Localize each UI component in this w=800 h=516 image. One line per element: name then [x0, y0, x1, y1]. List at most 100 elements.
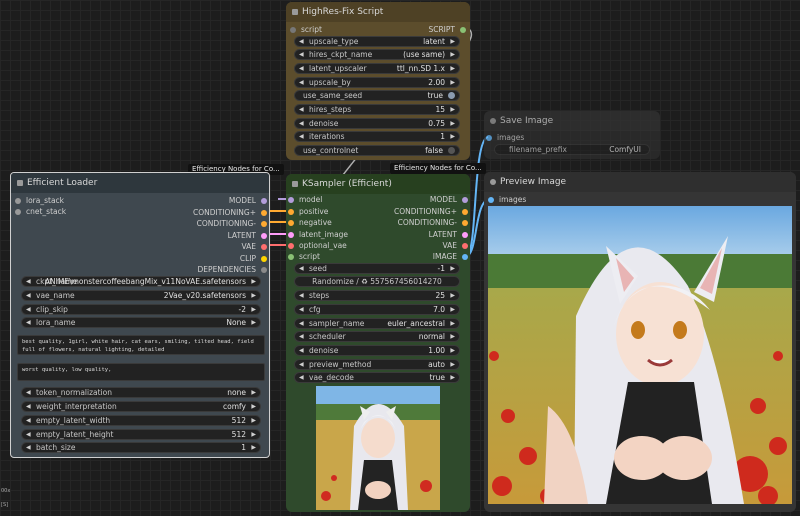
arrow-right-icon[interactable]: ▶ — [450, 346, 455, 355]
arrow-left-icon[interactable]: ◀ — [26, 443, 31, 452]
arrow-right-icon[interactable]: ▶ — [450, 132, 455, 141]
output-clip[interactable]: CLIP — [147, 253, 267, 264]
widget-use-controlnet[interactable]: use_controlnet false — [294, 145, 460, 156]
arrow-right-icon[interactable]: ▶ — [450, 291, 455, 300]
arrow-left-icon[interactable]: ◀ — [299, 346, 304, 355]
toggle-off-icon[interactable] — [448, 147, 455, 154]
positive-prompt-textarea[interactable]: best quality, 1girl, white hair, cat ear… — [17, 335, 265, 355]
preview-image-title-bar[interactable]: Preview Image — [484, 172, 796, 192]
output-script[interactable]: SCRIPT — [386, 24, 466, 35]
output-conditioning-neg[interactable]: CONDITIONING- — [368, 217, 468, 228]
collapse-dot-icon[interactable] — [490, 179, 496, 185]
arrow-left-icon[interactable]: ◀ — [26, 430, 31, 439]
arrow-left-icon[interactable]: ◀ — [299, 319, 304, 328]
arrow-left-icon[interactable]: ◀ — [299, 291, 304, 300]
output-dependencies[interactable]: DEPENDENCIES — [147, 264, 267, 275]
arrow-left-icon[interactable]: ◀ — [299, 119, 304, 128]
port-dot-icon[interactable] — [261, 233, 267, 239]
arrow-right-icon[interactable]: ▶ — [450, 64, 455, 73]
ksampler-title-bar[interactable]: KSampler (Efficient) — [286, 174, 470, 194]
widget-hires-steps[interactable]: ◀ hires_steps 15 ▶ — [294, 104, 460, 115]
collapse-dot-icon[interactable] — [17, 180, 23, 186]
input-model[interactable]: model — [288, 194, 368, 205]
arrow-right-icon[interactable]: ▶ — [251, 305, 256, 314]
input-cnet-stack[interactable]: cnet_stack — [15, 206, 105, 217]
arrow-right-icon[interactable]: ▶ — [450, 332, 455, 341]
arrow-left-icon[interactable]: ◀ — [299, 373, 304, 382]
widget-batch-size[interactable]: ◀ batch_size 1 ▶ — [21, 442, 261, 453]
port-dot-icon[interactable] — [15, 198, 21, 204]
input-images[interactable]: images — [486, 132, 566, 143]
widget-filename-prefix[interactable]: filename_prefix ComfyUI — [494, 144, 650, 155]
arrow-left-icon[interactable]: ◀ — [299, 360, 304, 369]
arrow-right-icon[interactable]: ▶ — [251, 402, 256, 411]
port-dot-icon[interactable] — [288, 232, 294, 238]
highres-fix-node[interactable]: HighRes-Fix Script script SCRIPT ◀ upsca… — [286, 2, 470, 160]
output-conditioning-neg[interactable]: CONDITIONING- — [147, 218, 267, 229]
highres-fix-title-bar[interactable]: HighRes-Fix Script — [286, 2, 470, 22]
output-image[interactable]: IMAGE — [368, 251, 468, 262]
arrow-right-icon[interactable]: ▶ — [251, 277, 256, 286]
widget-denoise[interactable]: ◀ denoise 0.75 ▶ — [294, 118, 460, 129]
arrow-left-icon[interactable]: ◀ — [26, 416, 31, 425]
port-dot-icon[interactable] — [288, 254, 294, 260]
arrow-right-icon[interactable]: ▶ — [251, 291, 256, 300]
arrow-right-icon[interactable]: ▶ — [450, 50, 455, 59]
arrow-left-icon[interactable]: ◀ — [26, 277, 31, 286]
arrow-left-icon[interactable]: ◀ — [299, 37, 304, 46]
widget-denoise[interactable]: ◀ denoise 1.00 ▶ — [294, 345, 460, 356]
widget-iterations[interactable]: ◀ iterations 1 ▶ — [294, 131, 460, 142]
port-dot-icon[interactable] — [288, 209, 294, 215]
arrow-right-icon[interactable]: ▶ — [450, 305, 455, 314]
arrow-right-icon[interactable]: ▶ — [251, 443, 256, 452]
arrow-right-icon[interactable]: ▶ — [450, 105, 455, 114]
port-dot-icon[interactable] — [15, 209, 21, 215]
collapse-dot-icon[interactable] — [292, 181, 298, 187]
efficient-loader-node[interactable]: Efficient Loader lora_stack cnet_stack M… — [10, 172, 270, 458]
randomize-seed-button[interactable]: Randomize / ♻ 557567456014270 — [294, 276, 460, 287]
arrow-left-icon[interactable]: ◀ — [26, 318, 31, 327]
arrow-left-icon[interactable]: ◀ — [299, 132, 304, 141]
port-dot-icon[interactable] — [460, 27, 466, 33]
port-dot-icon[interactable] — [462, 254, 468, 260]
widget-steps[interactable]: ◀ steps 25 ▶ — [294, 290, 460, 301]
input-negative[interactable]: negative — [288, 217, 368, 228]
arrow-left-icon[interactable]: ◀ — [299, 64, 304, 73]
widget-weight-interpretation[interactable]: ◀ weight_interpretation comfy ▶ — [21, 401, 261, 412]
port-dot-icon[interactable] — [462, 197, 468, 203]
port-dot-icon[interactable] — [486, 135, 492, 141]
input-optional-vae[interactable]: optional_vae — [288, 240, 368, 251]
arrow-left-icon[interactable]: ◀ — [299, 50, 304, 59]
widget-scheduler[interactable]: ◀ scheduler normal ▶ — [294, 331, 460, 342]
widget-preview-method[interactable]: ◀ preview_method auto ▶ — [294, 359, 460, 370]
port-dot-icon[interactable] — [261, 198, 267, 204]
widget-sampler-name[interactable]: ◀ sampler_name euler_ancestral ▶ — [294, 318, 460, 329]
widget-lora-name[interactable]: ◀ lora_name None ▶ — [21, 317, 261, 328]
arrow-right-icon[interactable]: ▶ — [251, 430, 256, 439]
widget-ckpt-name[interactable]: ◀ ckpt_name ANIME\monstercoffeebangMix_v… — [21, 276, 261, 287]
arrow-left-icon[interactable]: ◀ — [299, 78, 304, 87]
arrow-right-icon[interactable]: ▶ — [450, 37, 455, 46]
output-model[interactable]: MODEL — [147, 195, 267, 206]
arrow-right-icon[interactable]: ▶ — [450, 119, 455, 128]
widget-token-normalization[interactable]: ◀ token_normalization none ▶ — [21, 387, 261, 398]
port-dot-icon[interactable] — [261, 256, 267, 262]
output-latent[interactable]: LATENT — [147, 230, 267, 241]
widget-latent-upscaler[interactable]: ◀ latent_upscaler ttl_nn.SD 1.x ▶ — [294, 63, 460, 74]
input-script[interactable]: script — [288, 251, 368, 262]
output-latent[interactable]: LATENT — [368, 229, 468, 240]
port-dot-icon[interactable] — [261, 210, 267, 216]
widget-cfg[interactable]: ◀ cfg 7.0 ▶ — [294, 304, 460, 315]
port-dot-icon[interactable] — [288, 197, 294, 203]
output-vae[interactable]: VAE — [147, 241, 267, 252]
collapse-dot-icon[interactable] — [292, 9, 298, 15]
arrow-right-icon[interactable]: ▶ — [450, 78, 455, 87]
port-dot-icon[interactable] — [261, 221, 267, 227]
arrow-right-icon[interactable]: ▶ — [450, 360, 455, 369]
arrow-right-icon[interactable]: ▶ — [450, 264, 455, 273]
collapse-dot-icon[interactable] — [490, 118, 496, 124]
input-positive[interactable]: positive — [288, 206, 368, 217]
arrow-left-icon[interactable]: ◀ — [26, 402, 31, 411]
preview-image-node[interactable]: Preview Image images — [484, 172, 796, 512]
input-latent-image[interactable]: latent_image — [288, 229, 368, 240]
